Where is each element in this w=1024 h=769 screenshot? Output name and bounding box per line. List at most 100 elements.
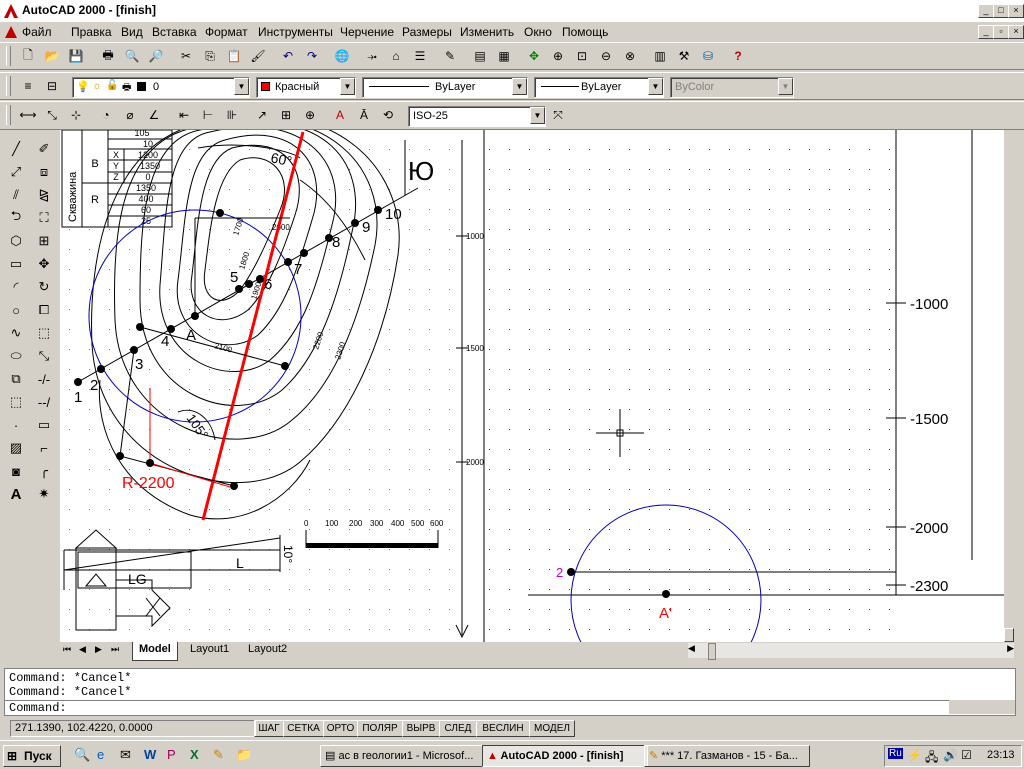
tray-network-icon[interactable]: 🖧 <box>925 748 938 769</box>
offset-icon[interactable]: ⛶ <box>33 207 55 229</box>
dbconnect-icon[interactable]: ⛁ <box>698 46 718 66</box>
explorer-icon[interactable]: 🔍 <box>74 747 90 763</box>
leader-icon[interactable]: ↗ <box>252 105 272 125</box>
radius-dim-icon[interactable]: ◔ <box>96 105 116 125</box>
dim-text-edit-icon[interactable]: Ā <box>354 105 374 125</box>
document-icon[interactable] <box>4 25 18 39</box>
arc-icon[interactable]: ◜ <box>5 276 27 298</box>
excel-icon[interactable]: X <box>190 747 199 762</box>
lineweight-toggle[interactable]: ВЕСЛИН <box>476 720 530 737</box>
find-icon[interactable]: 🔎 <box>146 46 166 66</box>
design-center-icon[interactable]: ⚒ <box>674 46 694 66</box>
lengthen-icon[interactable]: ⤡ <box>33 345 55 367</box>
maximize-button[interactable]: □ <box>993 4 1009 18</box>
command-prompt[interactable]: Command: <box>9 701 67 715</box>
task-autocad[interactable]: ▲ AutoCAD 2000 - [finish] <box>482 745 648 767</box>
menu-modify[interactable]: Изменить <box>460 25 514 39</box>
grid-toggle[interactable]: СЕТКА <box>283 720 324 737</box>
spline-icon[interactable]: ∿ <box>5 322 27 344</box>
ellipse-icon[interactable]: ⬭ <box>5 345 27 367</box>
break-icon[interactable]: ▭ <box>33 414 55 436</box>
cut-icon[interactable]: ✂ <box>176 46 196 66</box>
explode-icon[interactable]: ✷ <box>33 483 55 505</box>
tolerance-icon[interactable]: ⊞ <box>276 105 296 125</box>
help-icon[interactable]: ? <box>728 46 748 66</box>
command-hscrollbar[interactable] <box>949 700 1015 714</box>
hatch-icon[interactable]: ▨ <box>5 437 27 459</box>
properties-icon[interactable]: ▥ <box>650 46 670 66</box>
paste-icon[interactable]: 📋 <box>224 46 244 66</box>
tab-layout2[interactable]: Layout2 <box>242 642 293 660</box>
zoom-realtime-icon[interactable]: ⊕ <box>548 46 568 66</box>
rectangle-icon[interactable]: ▭ <box>5 253 27 275</box>
circle-icon[interactable]: ○ <box>5 299 27 321</box>
dim-update-icon[interactable]: ⟲ <box>378 105 398 125</box>
text-icon[interactable]: A <box>5 483 27 505</box>
menu-view[interactable]: Вид <box>121 25 143 39</box>
command-window[interactable]: Command: *Cancel* Command: *Cancel* Comm… <box>4 668 1016 716</box>
task-player[interactable]: ✎ *** 17. Газманов - 15 - Ба... <box>644 745 810 767</box>
save-icon[interactable]: 💾 <box>66 46 86 66</box>
toolbar-grip[interactable] <box>6 105 11 125</box>
copy-object-icon[interactable]: ⧈ <box>33 161 55 183</box>
make-current-layer-icon[interactable]: ⊟ <box>42 76 62 96</box>
mirror-icon[interactable]: ⧎ <box>33 184 55 206</box>
access-icon[interactable]: P <box>167 747 176 762</box>
diameter-dim-icon[interactable]: ⌀ <box>120 105 140 125</box>
layers-icon[interactable]: ≡ <box>18 76 38 96</box>
tab-model[interactable]: Model <box>132 642 178 661</box>
title-bar[interactable]: AutoCAD 2000 - [finish] _ □ × <box>0 0 1024 22</box>
multiline-icon[interactable]: ⫽ <box>5 184 27 206</box>
construction-line-icon[interactable]: ⤢ <box>5 161 27 183</box>
scale-icon[interactable]: ⧠ <box>33 299 55 321</box>
tab-next-icon[interactable]: ▶ <box>95 644 102 655</box>
folder-icon[interactable]: 📁 <box>236 747 252 763</box>
menu-file[interactable]: Файл <box>22 25 52 39</box>
named-ucs-icon[interactable]: ☰ <box>410 46 430 66</box>
layer-select[interactable]: 💡 ☼ 🔓 🖶 0 ▼ <box>72 77 250 98</box>
baseline-dim-icon[interactable]: ⊢ <box>198 105 218 125</box>
lineweight-select[interactable]: ByLayer ▼ <box>534 77 664 98</box>
tray-app-icon[interactable]: ⚡ <box>907 748 922 762</box>
distance-icon[interactable]: ✎ <box>440 46 460 66</box>
continue-dim-icon[interactable]: ⊪ <box>222 105 242 125</box>
pan-icon[interactable]: ✥ <box>524 46 544 66</box>
chevron-down-icon[interactable]: ▼ <box>234 78 249 95</box>
hscroll-thumb[interactable] <box>708 643 716 660</box>
region-icon[interactable]: ◙ <box>5 460 27 482</box>
today-icon[interactable]: 🌐 <box>332 46 352 66</box>
tab-prev-icon[interactable]: ◀ <box>79 644 86 655</box>
close-button[interactable]: × <box>1008 4 1024 18</box>
redo-icon[interactable]: ↷ <box>302 46 322 66</box>
menu-draw[interactable]: Черчение <box>340 25 394 39</box>
dimstyle-select[interactable]: ISO-25 ▼ <box>408 106 546 127</box>
scroll-down-button[interactable] <box>1004 628 1014 642</box>
model-toggle[interactable]: МОДЕЛ <box>529 720 575 737</box>
chevron-down-icon[interactable]: ▼ <box>648 78 663 95</box>
menu-edit[interactable]: Правка <box>71 25 112 39</box>
snap-from-icon[interactable]: ⤞ <box>362 46 382 66</box>
ortho-toggle[interactable]: ОРТО <box>323 720 358 737</box>
move-icon[interactable]: ✥ <box>33 253 55 275</box>
tab-first-icon[interactable]: ⏮ <box>63 644 71 655</box>
rotate-icon[interactable]: ↻ <box>33 276 55 298</box>
zoom-extents-icon[interactable]: ⊗ <box>620 46 640 66</box>
zoom-window-icon[interactable]: ⊡ <box>572 46 592 66</box>
dim-edit-icon[interactable]: A <box>330 105 350 125</box>
doc-minimize-button[interactable]: _ <box>978 25 994 39</box>
menu-help[interactable]: Помощь <box>562 25 608 39</box>
autocad-app-icon[interactable] <box>3 3 19 19</box>
polar-toggle[interactable]: ПОЛЯР <box>357 720 403 737</box>
outlook-icon[interactable]: ✉ <box>120 747 131 763</box>
redraw-icon[interactable]: ▤ <box>470 46 490 66</box>
otrack-toggle[interactable]: СЛЕД <box>439 720 477 737</box>
linear-dim-icon[interactable]: ⟷ <box>18 105 38 125</box>
insert-block-icon[interactable]: ⧉ <box>5 368 27 390</box>
menu-tools[interactable]: Инструменты <box>258 25 333 39</box>
volume-icon[interactable]: 🔊 <box>943 748 958 762</box>
osnap-toggle[interactable]: ВЫРВ <box>402 720 440 737</box>
dimension-style-icon[interactable]: ⤧ <box>548 105 568 125</box>
menu-insert[interactable]: Вставка <box>152 25 197 39</box>
ordinate-dim-icon[interactable]: ⊹ <box>66 105 86 125</box>
linetype-select[interactable]: ByLayer ▼ <box>362 77 528 98</box>
